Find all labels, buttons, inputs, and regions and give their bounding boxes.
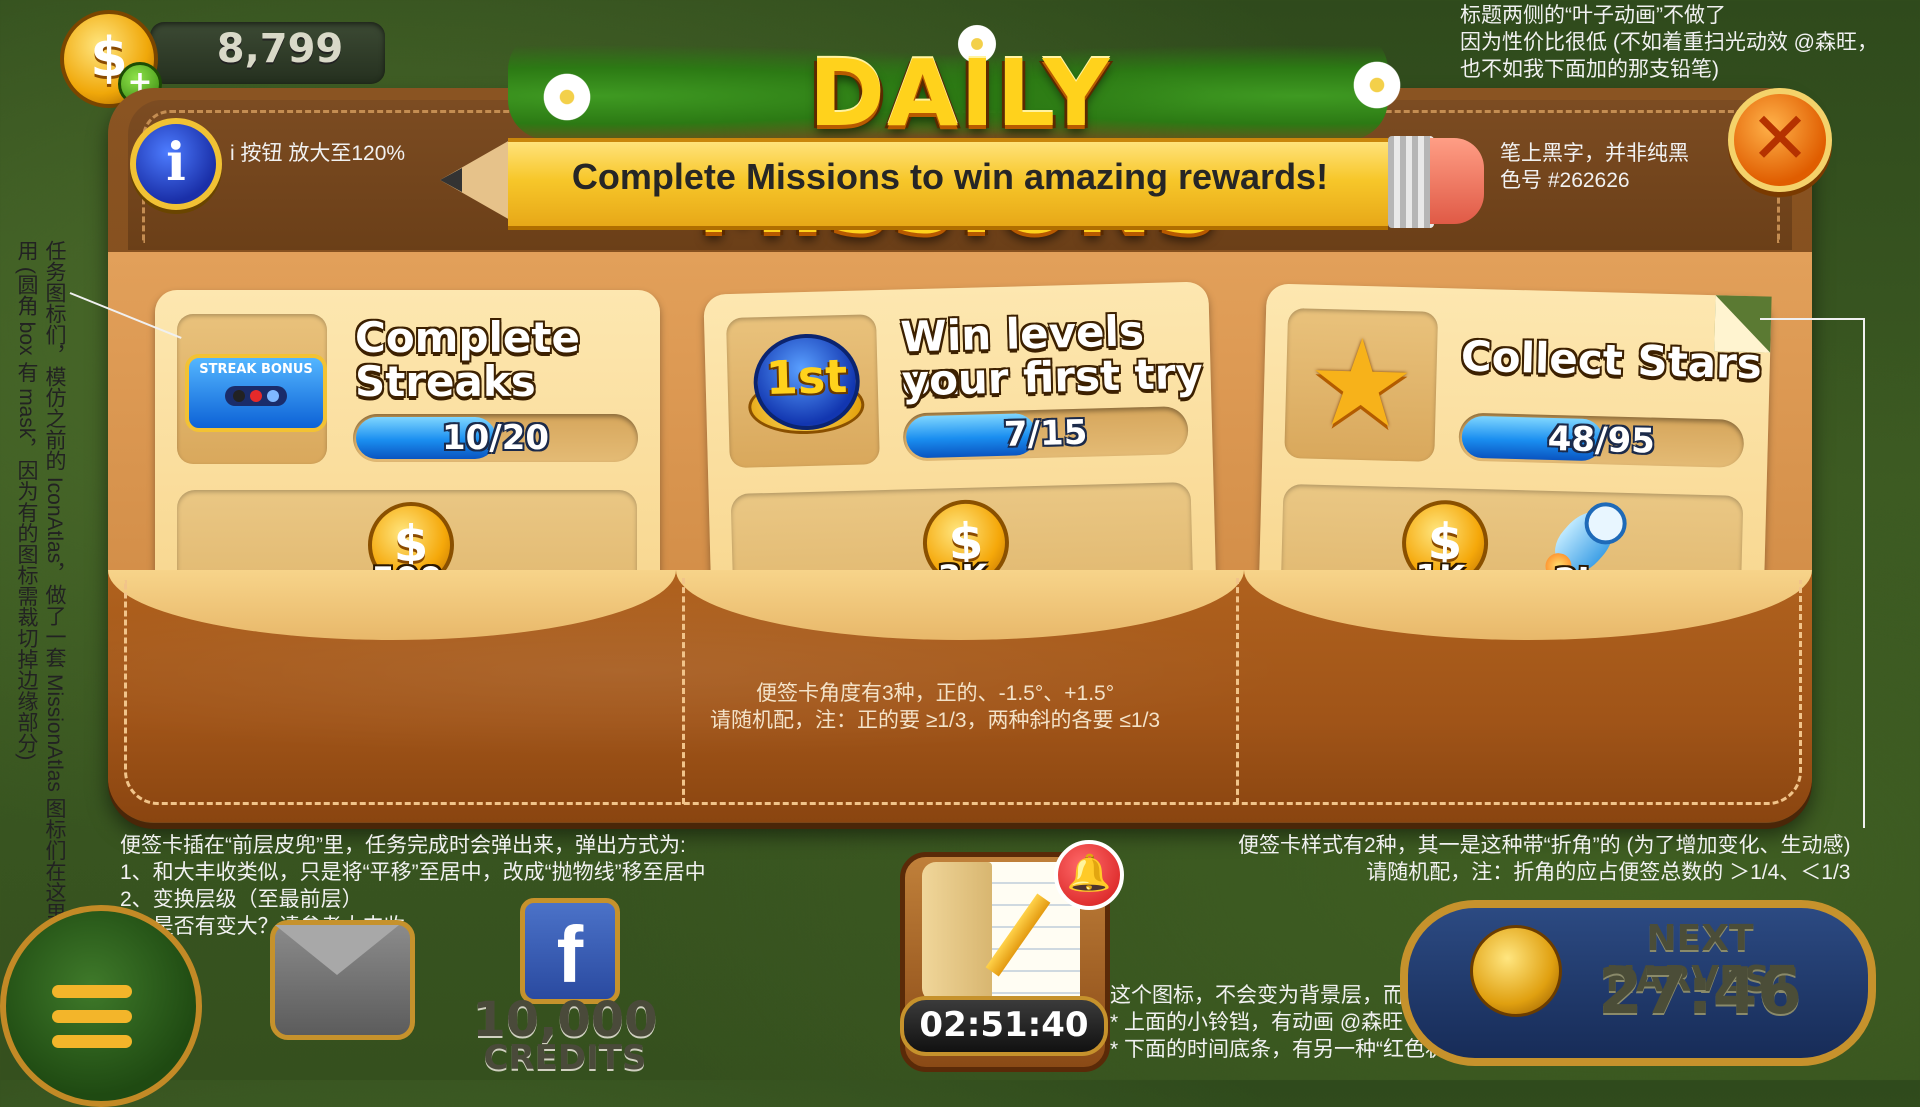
annotation-pencil-text: 笔上黑字，并非纯黑 色号 #262626 (1500, 142, 1689, 192)
mail-icon (275, 925, 399, 975)
mail-button[interactable] (270, 920, 415, 1040)
mission-title: Complete (355, 313, 580, 362)
bell-icon: 🔔 (1054, 840, 1124, 910)
menu-icon (52, 985, 132, 1060)
mission-icon-box: STREAK BONUS (177, 314, 327, 464)
pencil-ferrule (1388, 136, 1434, 228)
progress-text: 48/95 (1547, 418, 1656, 462)
mission-progress-bar: 48/95 (1458, 412, 1745, 468)
mission-timer: 02:51:40 (900, 996, 1108, 1056)
facebook-button[interactable]: f (520, 898, 620, 1004)
mission-progress-bar: 10/20 (353, 414, 638, 462)
close-button[interactable]: ✕ (1728, 88, 1832, 192)
notepad-cover (922, 862, 992, 1002)
mission-title-line2: your first try (901, 348, 1204, 406)
coin-balance: 8,799 (216, 26, 344, 72)
mission-icon-box: ★ (1284, 308, 1439, 462)
annotation-card-angles: 便签卡角度有3种，正的、-1.5°、+1.5° 请随机配，注：正的要 ≥1/3，… (710, 682, 1161, 732)
coin-stack-icon (1470, 925, 1562, 1017)
mission-title-line2: Streaks (355, 357, 536, 406)
dialog-subtitle: Complete Missions to win amazing rewards… (571, 156, 1329, 197)
annotation-line (1863, 318, 1865, 828)
pocket-divider (1236, 578, 1239, 804)
annotation-title-leaves: 标题两侧的“叶子动画”不做了 因为性价比很低 (不如着重扫光动效 @森旺， 也不… (1460, 4, 1878, 81)
progress-text: 7/15 (1003, 412, 1088, 455)
progress-text: 10/20 (441, 418, 550, 458)
credits-label: CREDITS (483, 1038, 647, 1078)
annotation-arrow (1760, 318, 1865, 320)
harvest-timer: 27:46 (1598, 955, 1802, 1029)
pocket-divider (682, 578, 685, 804)
star-icon: ★ (1305, 313, 1417, 456)
info-button[interactable]: i (130, 118, 222, 210)
mission-title: Collect Stars (1460, 331, 1763, 389)
annotation-info-button: i 按钮 放大至120% (230, 142, 406, 165)
annotation-card-styles: 便签卡样式有2种，其一是这种带“折角”的 (为了增加变化、生动感) 请随机配，注… (1238, 834, 1851, 884)
mission-icon-box: 1st (725, 314, 880, 469)
mission-progress-bar: 7/15 (902, 406, 1189, 462)
pencil-lead (440, 168, 462, 192)
pencil-eraser (1430, 138, 1484, 224)
streak-bonus-icon: STREAK BONUS (185, 354, 327, 432)
